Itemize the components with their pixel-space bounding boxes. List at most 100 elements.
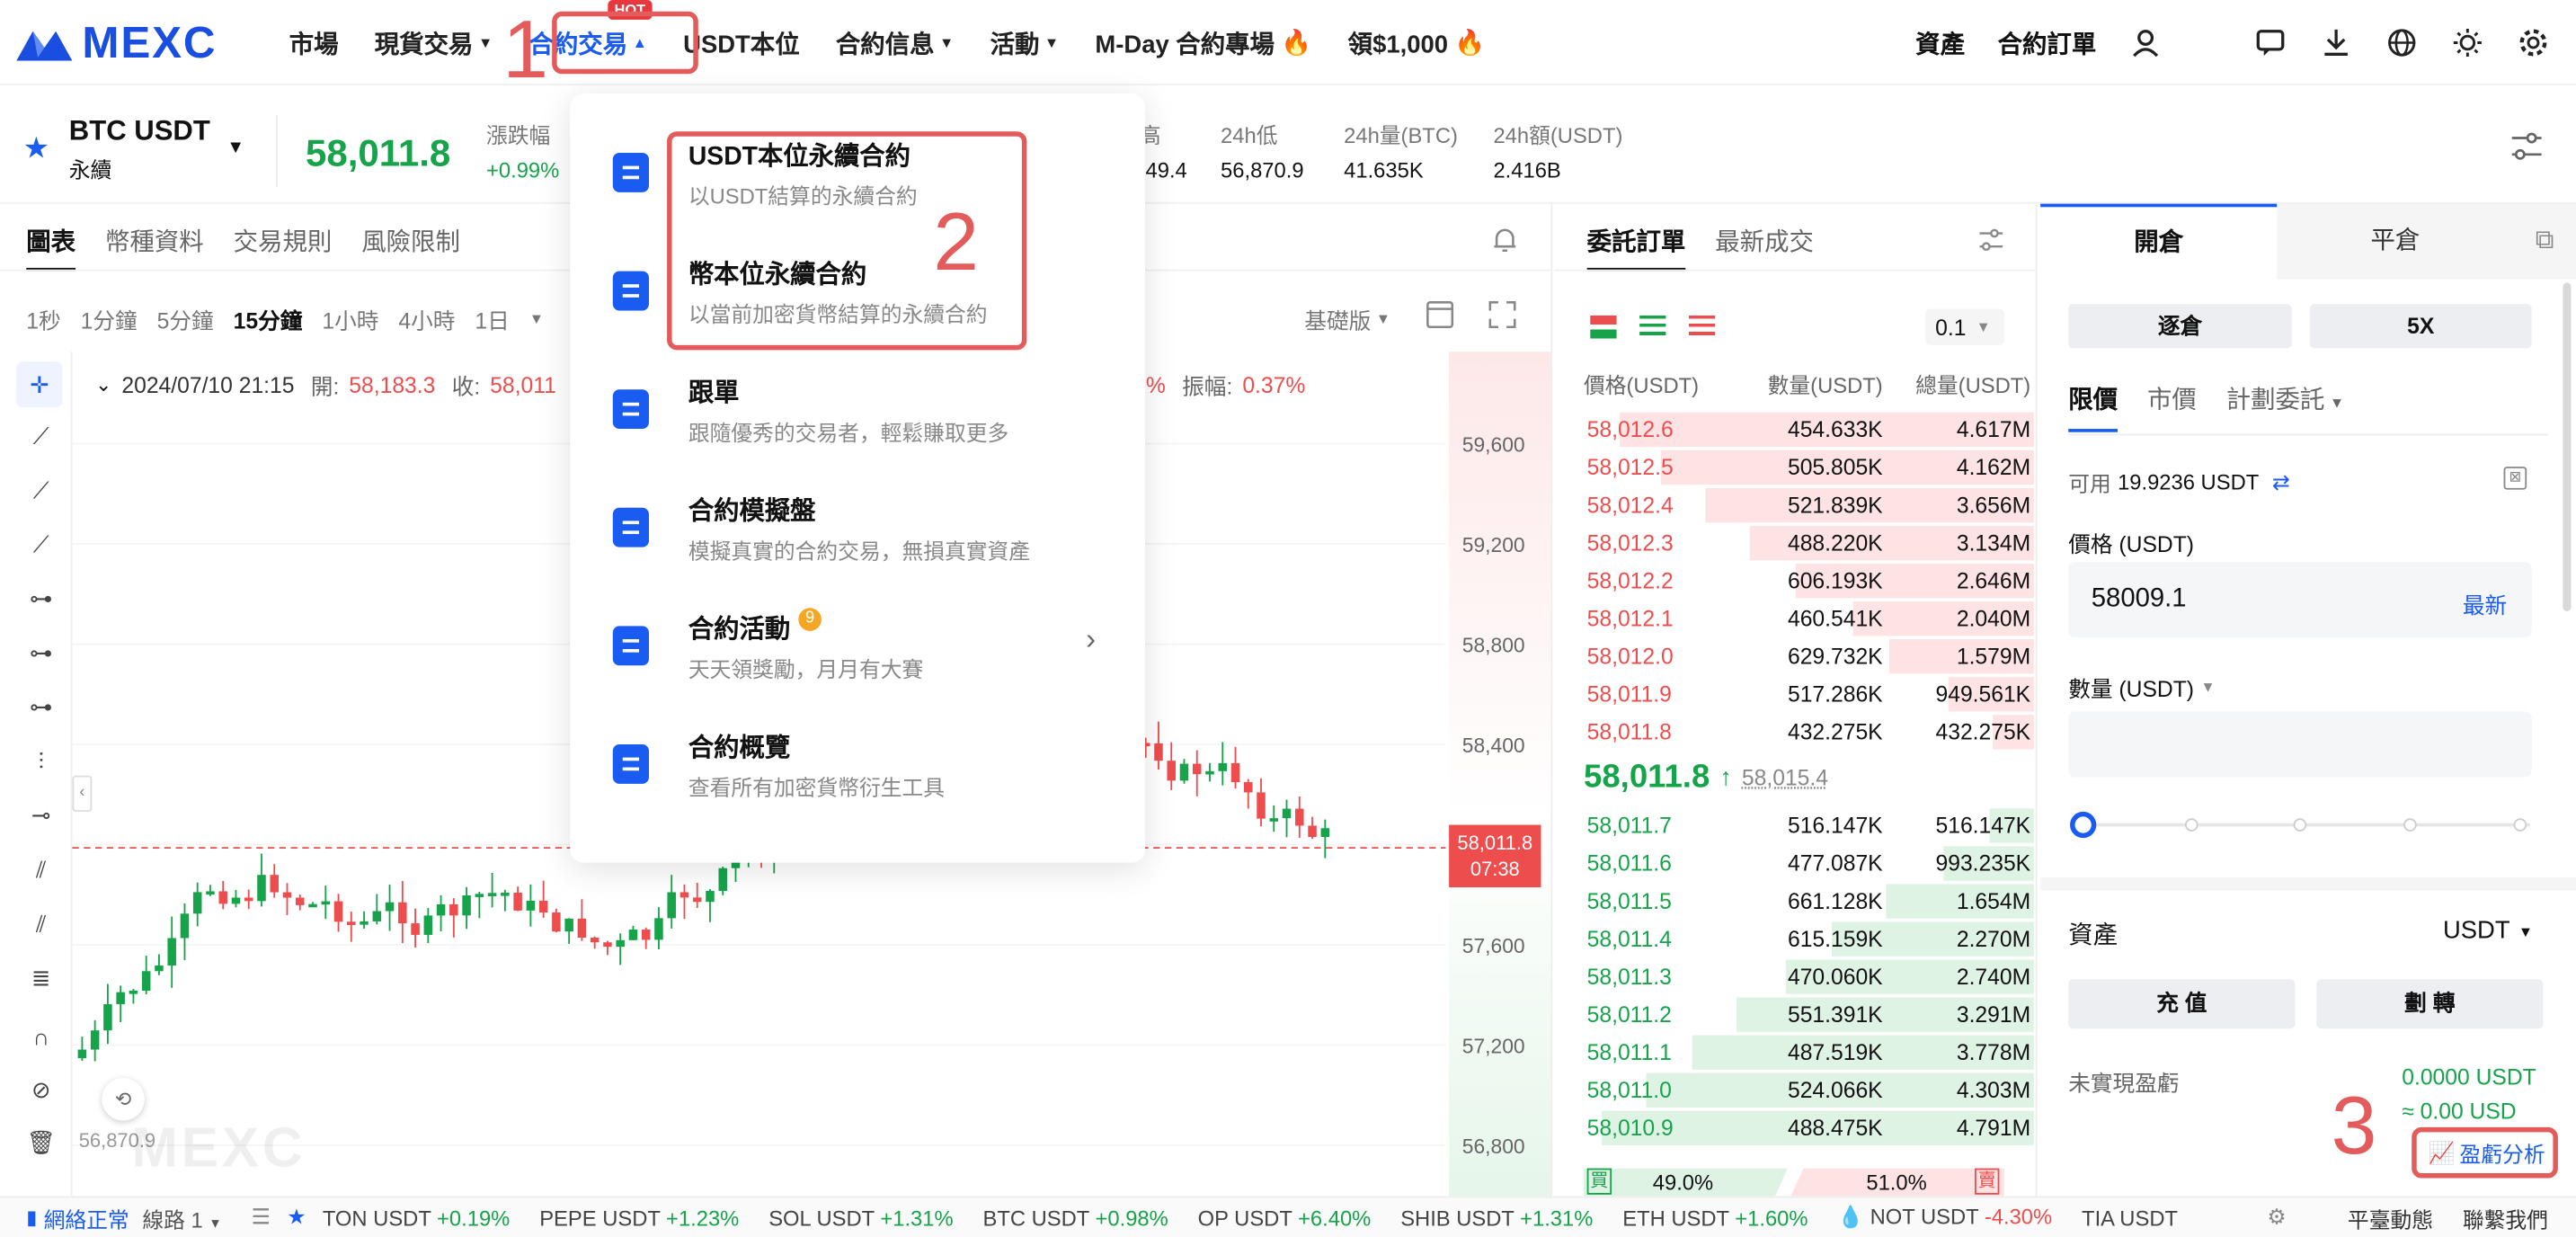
caret-down-icon[interactable]: ▼ (227, 138, 244, 158)
settings-gear-icon[interactable] (2517, 26, 2550, 59)
popout-icon[interactable]: ⧉ (2513, 203, 2576, 280)
bid-row[interactable]: 58,011.4 615.159K 2.270M (1584, 921, 2034, 958)
trend-line-icon[interactable]: ⟋ (26, 421, 56, 450)
trash-icon[interactable]: 🗑 (26, 1127, 56, 1157)
tab-trigger[interactable]: 計劃委託 ▼ (2226, 381, 2344, 432)
bid-row[interactable]: 58,010.9 488.475K 4.791M (1584, 1109, 2034, 1147)
bell-icon[interactable] (1492, 227, 1518, 261)
coin-ticker-item[interactable]: TIA USDT (2082, 1206, 2178, 1230)
view-asks-icon[interactable] (1688, 315, 1716, 339)
chart-mode-select[interactable]: 基礎版 ▼ (1304, 302, 1390, 335)
nav-markets[interactable]: 市場 (289, 25, 339, 59)
pattern-icon[interactable]: ⫽ (26, 909, 56, 939)
caret-down-icon[interactable]: ▼ (529, 310, 544, 326)
bid-row[interactable]: 58,011.6 477.087K 993.235K (1584, 844, 2034, 882)
list-icon[interactable]: ☰ (252, 1205, 271, 1231)
margin-mode-button[interactable]: 逐倉 (2068, 304, 2292, 349)
download-icon[interactable] (2320, 26, 2353, 59)
ask-row[interactable]: 58,012.6 454.633K 4.617M (1584, 411, 2034, 449)
extended-line-icon[interactable]: ⟋ (26, 530, 56, 559)
sliders-icon[interactable] (2510, 131, 2544, 169)
chat-icon[interactable] (2254, 26, 2287, 59)
coin-ticker-item[interactable]: ETH USDT +1.60% (1622, 1206, 1808, 1230)
slider-handle[interactable] (2070, 811, 2097, 839)
favorite-star-icon[interactable]: ★ (23, 131, 50, 165)
precision-select[interactable]: 0.1 ▼ (1925, 308, 2004, 345)
nav-usdt-m[interactable]: USDT本位 (683, 25, 799, 59)
price-line-icon[interactable]: ⊸ (26, 800, 56, 830)
interval-1s[interactable]: 1秒 (26, 302, 60, 335)
coin-ticker-item[interactable]: PEPE USDT +1.23% (539, 1206, 739, 1230)
interval-1d[interactable]: 1日 (475, 302, 509, 335)
tab-risk-limit[interactable]: 風險限制 (361, 224, 460, 271)
ask-row[interactable]: 58,011.9 517.286K 949.561K (1584, 675, 2034, 713)
ask-row[interactable]: 58,012.4 521.839K 3.656M (1584, 486, 2034, 524)
channel-icon[interactable]: ⫽ (26, 854, 56, 884)
mark-price[interactable]: 58,015.4 (1742, 766, 1828, 790)
coin-ticker-item[interactable]: SHIB USDT +1.31% (1400, 1206, 1593, 1230)
replay-icon[interactable]: ⟲ (102, 1078, 145, 1121)
tab-open-position[interactable]: 開倉 (2040, 203, 2278, 280)
ask-row[interactable]: 58,012.0 629.732K 1.579M (1584, 637, 2034, 675)
tab-order-book[interactable]: 委託訂單 (1586, 224, 1686, 271)
globe-icon[interactable] (2385, 26, 2419, 59)
coin-ticker-item[interactable]: 💧 NOT USDT -4.30% (1837, 1205, 2052, 1231)
tab-recent-trades[interactable]: 最新成交 (1715, 224, 1814, 271)
interval-1m[interactable]: 1分鐘 (81, 302, 138, 335)
view-bids-icon[interactable] (1639, 315, 1666, 339)
bid-row[interactable]: 58,011.0 524.066K 4.303M (1584, 1072, 2034, 1109)
ask-row[interactable]: 58,012.5 505.805K 4.162M (1584, 449, 2034, 486)
coin-ticker-item[interactable]: BTC USDT +0.98% (983, 1206, 1168, 1230)
nav-spot[interactable]: 現貨交易 ▼ (375, 25, 493, 59)
deposit-button[interactable]: 充 值 (2068, 979, 2296, 1029)
nav-futures-info[interactable]: 合約信息 ▼ (836, 25, 954, 59)
interval-1h[interactable]: 1小時 (322, 302, 378, 335)
user-icon[interactable] (2129, 26, 2163, 59)
pair-selector[interactable]: BTC USDT 永續 (69, 115, 210, 184)
transfer-button[interactable]: 劃 轉 (2316, 979, 2544, 1029)
scrollbar[interactable] (2563, 282, 2572, 611)
quantity-input[interactable] (2068, 711, 2532, 778)
assets-link[interactable]: 資產 (1915, 25, 1965, 59)
tab-trading-rules[interactable]: 交易規則 (234, 224, 333, 271)
vertical-line-icon[interactable]: ⫶ (26, 746, 56, 776)
magnet-icon[interactable]: ∩ (26, 1022, 56, 1052)
interval-15m[interactable]: 15分鐘 (234, 302, 303, 335)
tab-market[interactable]: 市價 (2147, 381, 2197, 432)
bid-row[interactable]: 58,011.2 551.391K 3.291M (1584, 996, 2034, 1034)
tab-close-position[interactable]: 平倉 (2277, 203, 2514, 280)
tab-chart[interactable]: 圖表 (26, 224, 76, 271)
interval-4h[interactable]: 4小時 (398, 302, 455, 335)
latest-price-button[interactable]: 最新 (2463, 587, 2507, 620)
horizontal-ray-icon[interactable]: ⊶ (26, 637, 56, 667)
view-both-icon[interactable] (1590, 315, 1617, 339)
crosshair-icon[interactable]: ✛ (16, 361, 63, 408)
bid-row[interactable]: 58,011.3 470.060K 2.740M (1584, 958, 2034, 996)
mexc-logo[interactable]: MEXC (16, 17, 217, 67)
platform-news-link[interactable]: 平臺動態 (2348, 1202, 2433, 1233)
tab-limit[interactable]: 限價 (2068, 381, 2119, 432)
fib-icon[interactable]: ≣ (26, 963, 56, 992)
footer-settings-icon[interactable]: ⚙ (2267, 1205, 2286, 1231)
layout-icon[interactable] (1426, 300, 1454, 336)
fullscreen-icon[interactable] (1488, 300, 1516, 336)
futures-orders-link[interactable]: 合約訂單 (1998, 25, 2097, 59)
menu-copy-trade[interactable]: 跟單 跟隨優秀的交易者，輕鬆賺取更多 (570, 363, 1145, 482)
route-select[interactable]: 線路 1 ▼ (142, 1202, 221, 1233)
tab-coin-info[interactable]: 幣種資料 (105, 224, 204, 271)
orderbook-settings-icon[interactable] (1978, 227, 2004, 261)
quantity-label[interactable]: 數量 (USDT) ▼ (2068, 671, 2215, 704)
ask-row[interactable]: 58,012.2 606.193K 2.646M (1584, 562, 2034, 600)
bid-row[interactable]: 58,011.5 661.128K 1.654M (1584, 883, 2034, 921)
horizontal-line-icon[interactable]: ⊶ (26, 583, 56, 613)
coin-ticker-item[interactable]: SOL USDT +1.31% (768, 1206, 953, 1230)
nav-bonus[interactable]: 領$1,000 🔥 (1348, 25, 1486, 59)
menu-futures-events[interactable]: 合約活動 9 天天領獎勵，月月有大賽 › (570, 600, 1145, 718)
coin-ticker-item[interactable]: OP USDT +6.40% (1198, 1206, 1372, 1230)
ray-icon[interactable]: ⟋ (26, 475, 56, 504)
nav-mday[interactable]: M-Day 合約專場 🔥 (1095, 25, 1311, 59)
interval-5m[interactable]: 5分鐘 (157, 302, 214, 335)
menu-demo-trading[interactable]: 合約模擬盤 模擬真實的合約交易，無損真實資產 (570, 482, 1145, 601)
calculator-icon[interactable]: ⊠ (2503, 467, 2527, 490)
bid-row[interactable]: 58,011.7 516.147K 516.147K (1584, 806, 2034, 844)
